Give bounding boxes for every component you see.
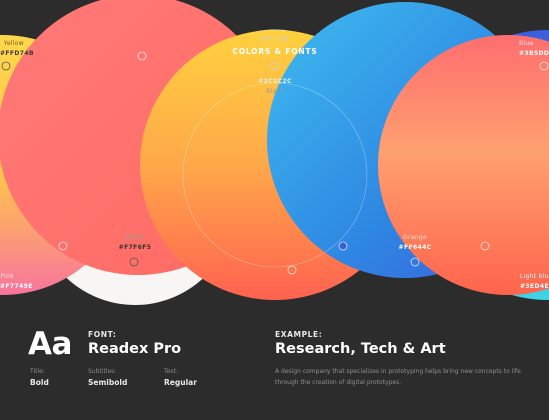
subtitles-weight-value: Semibold	[88, 378, 128, 387]
blue-hex: #3B5DDE	[519, 50, 549, 57]
black-name: Black	[266, 88, 284, 95]
light-blue-hex: #3ED4E6	[520, 283, 549, 290]
font-name: Readex Pro	[88, 341, 182, 357]
white-hex: #F7F6F5	[118, 244, 152, 251]
title-weight: Title: Bold	[30, 368, 49, 387]
text-weight-value: Regular	[164, 378, 197, 387]
font-caption: FONT:	[88, 330, 117, 339]
slide-title: COLORS & FONTS	[232, 47, 318, 56]
light-blue-name: Light blue	[520, 273, 549, 280]
title-weight-label: Title:	[30, 368, 45, 375]
example-title: Research, Tech & Art	[275, 341, 446, 357]
slide-counter: 04 / 08	[260, 35, 290, 43]
black-hex: #2C2C2C	[258, 78, 292, 85]
subtitles-weight-label: Subtitles:	[88, 368, 117, 375]
text-weight-label: Text:	[164, 368, 179, 375]
example-body: A design company that specializes in pro…	[275, 368, 521, 386]
yellow-name: Yellow	[3, 40, 24, 47]
text-weight: Text: Regular	[164, 368, 197, 387]
subtitles-weight: Subtitles: Semibold	[88, 368, 127, 387]
font-sample: Aa	[28, 326, 72, 362]
slide: 04 / 08 COLORS & FONTS #2C2C2C Black Yel…	[0, 0, 549, 420]
marker-dot	[338, 241, 348, 251]
pink-name: Pink	[0, 273, 14, 280]
pink-hex: #F7749E	[0, 283, 33, 290]
yellow-hex: #FFD74B	[0, 50, 34, 57]
white-name: White	[125, 234, 145, 241]
color-circles-graphic	[0, 0, 549, 305]
title-weight-value: Bold	[30, 378, 49, 387]
orange-hex: #FF644C	[398, 244, 432, 251]
blue-name: Blue	[519, 40, 534, 47]
orange-name: Orange	[403, 234, 427, 241]
example-caption: EXAMPLE:	[275, 330, 323, 339]
